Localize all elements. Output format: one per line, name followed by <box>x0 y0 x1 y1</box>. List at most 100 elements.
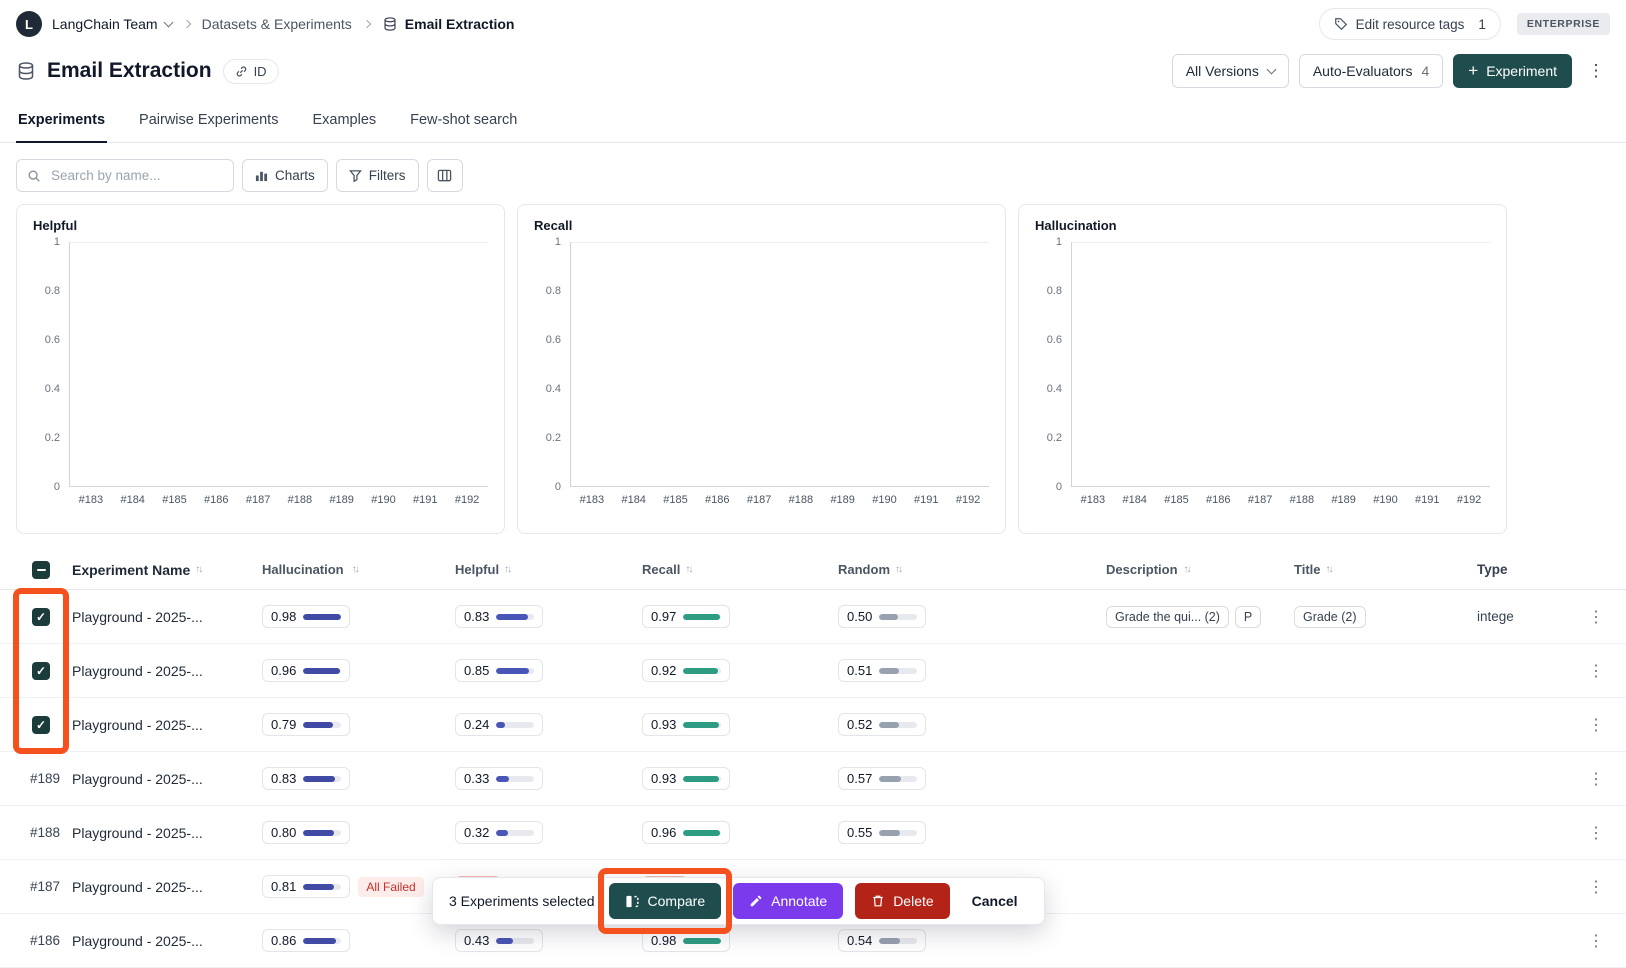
team-switcher[interactable]: LangChain Team <box>52 16 172 32</box>
metric-bar-fill <box>879 776 901 782</box>
y-tick-label: 0.4 <box>546 383 561 395</box>
y-tick-label: 0.8 <box>1047 285 1062 297</box>
metric-bar-track <box>303 776 341 782</box>
chevron-right-icon <box>363 20 371 28</box>
filters-button[interactable]: Filters <box>336 159 419 192</box>
row-kebab-button[interactable]: ⋮ <box>1582 605 1610 629</box>
column-header-title[interactable]: Title↑↓ <box>1294 562 1477 577</box>
org-avatar[interactable]: L <box>16 11 42 37</box>
tab-few-shot-search[interactable]: Few-shot search <box>408 100 519 143</box>
experiment-name[interactable]: Playground - 2025-... <box>72 717 262 733</box>
metric-bar-track <box>303 722 341 728</box>
experiment-name[interactable]: Playground - 2025-... <box>72 879 262 895</box>
helpful-score-pill: 0.43 <box>455 929 543 952</box>
x-tick-label: #189 <box>321 494 363 506</box>
row-checkbox[interactable] <box>32 716 50 734</box>
compare-button[interactable]: Compare <box>609 883 722 919</box>
sort-icon: ↑↓ <box>1326 564 1332 575</box>
row-kebab-button[interactable]: ⋮ <box>1582 713 1610 737</box>
columns-button[interactable] <box>427 159 463 192</box>
auto-evaluators-button[interactable]: Auto-Evaluators 4 <box>1299 54 1443 88</box>
chart-title: Hallucination <box>1035 218 1490 233</box>
column-header-hallucination[interactable]: Hallucination↑↓ <box>262 562 455 577</box>
y-tick-label: 0 <box>54 481 60 493</box>
pencil-icon <box>749 894 763 908</box>
cancel-button[interactable]: Cancel <box>966 892 1024 910</box>
breadcrumb-datasets[interactable]: Datasets & Experiments <box>202 16 352 32</box>
row-kebab-button[interactable]: ⋮ <box>1582 929 1610 953</box>
table-row[interactable]: Playground - 2025-...0.790.240.930.52⋮ <box>0 698 1626 752</box>
metric-bar-fill <box>879 938 900 944</box>
hallucination-cell: 0.86 <box>262 929 455 952</box>
select-cell: #189 <box>16 771 72 786</box>
hallucination-score-pill: 0.96 <box>262 659 350 682</box>
metric-value: 0.97 <box>651 609 676 624</box>
helpful-cell: 0.33 <box>455 767 642 790</box>
random-cell: 0.51 <box>838 659 1106 682</box>
tab-examples[interactable]: Examples <box>310 100 378 143</box>
annotate-button[interactable]: Annotate <box>733 883 843 919</box>
x-axis-labels: #183#184#185#186#187#188#189#190#191#192 <box>1072 494 1490 506</box>
table-header: Experiment Name↑↓ Hallucination↑↓ Helpfu… <box>0 550 1626 590</box>
table-row[interactable]: Playground - 2025-...0.96 0.850.92 0.51 ⋮ <box>0 644 1626 698</box>
chevron-right-icon <box>182 20 190 28</box>
hallucination-cell: 0.96 <box>262 659 455 682</box>
x-tick-label: #183 <box>571 494 613 506</box>
metric-value: 0.93 <box>651 717 676 732</box>
versions-dropdown[interactable]: All Versions <box>1172 54 1289 88</box>
column-header-type[interactable]: Type <box>1477 562 1574 577</box>
experiment-name[interactable]: Playground - 2025-... <box>72 933 262 949</box>
row-checkbox[interactable] <box>32 662 50 680</box>
metric-bar-fill <box>303 830 333 836</box>
column-header-experiment-name[interactable]: Experiment Name↑↓ <box>72 562 262 578</box>
experiment-name[interactable]: Playground - 2025-... <box>72 663 262 679</box>
metric-value: 0.83 <box>271 771 296 786</box>
plot-area <box>69 242 488 487</box>
dataset-icon <box>16 61 36 81</box>
row-kebab-button[interactable]: ⋮ <box>1582 875 1610 899</box>
new-experiment-button[interactable]: + Experiment <box>1453 54 1572 88</box>
metric-value: 0.98 <box>271 609 296 624</box>
search-input[interactable] <box>49 167 223 184</box>
helpful-cell: 0.83 <box>455 605 642 628</box>
copy-id-chip[interactable]: ID <box>223 59 279 84</box>
metric-bar-track <box>496 668 534 674</box>
table-row[interactable]: #188Playground - 2025-...0.800.320.960.5… <box>0 806 1626 860</box>
recall-score-pill: 0.92 <box>642 659 730 682</box>
table-row[interactable]: Playground - 2025-...0.980.830.970.50Gra… <box>0 590 1626 644</box>
metric-bar-track <box>879 668 917 674</box>
x-axis-labels: #183#184#185#186#187#188#189#190#191#192 <box>571 494 989 506</box>
table-row[interactable]: #189Playground - 2025-...0.830.330.930.5… <box>0 752 1626 806</box>
row-kebab-button[interactable]: ⋮ <box>1582 821 1610 845</box>
helpful-cell: 0.85 <box>455 659 642 682</box>
edit-resource-tags-button[interactable]: Edit resource tags 1 <box>1319 8 1501 40</box>
row-checkbox[interactable] <box>32 608 50 626</box>
more-options-button[interactable]: ⋮ <box>1582 54 1610 88</box>
experiment-name[interactable]: Playground - 2025-... <box>72 771 262 787</box>
row-kebab-button[interactable]: ⋮ <box>1582 659 1610 683</box>
column-header-random[interactable]: Random↑↓ <box>838 562 1106 577</box>
metric-bar-fill <box>496 776 509 782</box>
search-box[interactable] <box>16 159 234 192</box>
edit-tags-count: 1 <box>1478 17 1486 32</box>
column-header-description[interactable]: Description↑↓ <box>1106 562 1294 577</box>
charts-toggle-button[interactable]: Charts <box>242 159 328 192</box>
sort-icon: ↑↓ <box>895 564 901 575</box>
metric-bar-track <box>303 884 341 890</box>
column-header-helpful[interactable]: Helpful↑↓ <box>455 562 642 577</box>
sort-icon: ↑↓ <box>504 564 510 575</box>
tab-experiments[interactable]: Experiments <box>16 100 107 143</box>
experiments-toolbar: Charts Filters <box>16 159 1610 192</box>
experiment-name[interactable]: Playground - 2025-... <box>72 825 262 841</box>
x-tick-label: #184 <box>1114 494 1156 506</box>
metric-bar-track <box>683 776 721 782</box>
metric-bar-fill <box>496 722 505 728</box>
row-kebab-button[interactable]: ⋮ <box>1582 767 1610 791</box>
select-all-checkbox[interactable] <box>32 561 50 579</box>
tab-pairwise-experiments[interactable]: Pairwise Experiments <box>137 100 280 143</box>
delete-button[interactable]: Delete <box>855 883 949 919</box>
x-tick-label: #187 <box>237 494 279 506</box>
experiment-name[interactable]: Playground - 2025-... <box>72 609 262 625</box>
column-header-recall[interactable]: Recall↑↓ <box>642 562 838 577</box>
metric-bar-track <box>879 776 917 782</box>
